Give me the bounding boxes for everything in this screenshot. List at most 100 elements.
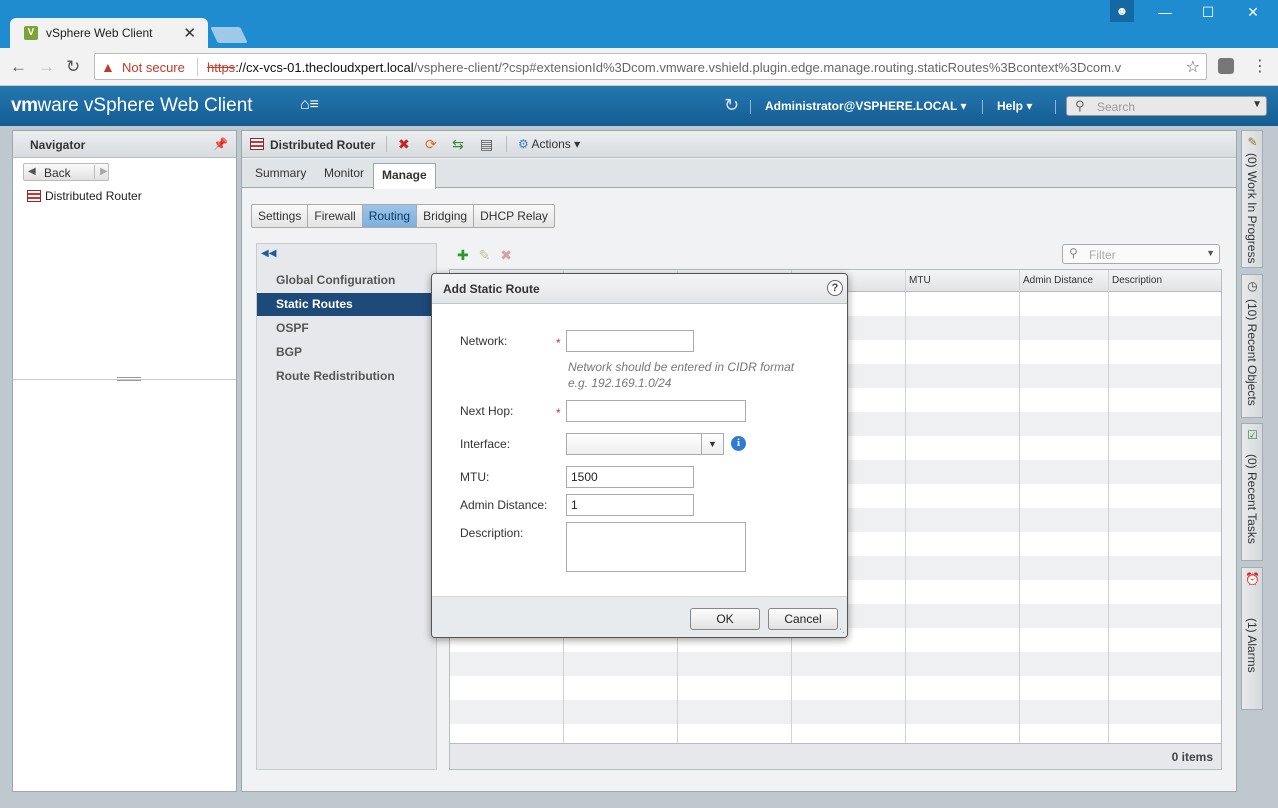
tab-manage[interactable]: Manage [373,163,436,189]
network-hint: Network should be entered in CIDR format [568,360,795,374]
clipboard-icon[interactable]: ▤ [480,136,493,153]
add-static-route-dialog: Add Static Route ? Network: * Network sh… [431,273,848,638]
leftnav-global-configuration[interactable]: Global Configuration [257,269,436,292]
gear-icon: ⚙ [518,137,529,151]
next-hop-input[interactable] [566,400,746,422]
chevron-down-icon[interactable]: ▼ [1252,99,1262,110]
subtab-settings[interactable]: Settings [251,204,309,228]
back-arrow-icon[interactable]: ← [10,57,27,77]
back-label: Back [44,166,71,180]
chevron-down-icon[interactable]: ▼ [1206,248,1215,258]
grid-footer: 0 items [449,744,1222,770]
profile-icon[interactable]: ☻ [1110,0,1134,22]
back-button[interactable]: ◀ Back ▶ [23,163,109,181]
column-divider [905,270,906,743]
column-admin-distance[interactable]: Admin Distance [1023,275,1093,286]
object-title: Distributed Router [270,138,376,152]
tab-summary[interactable]: Summary [255,166,306,180]
edit-icon[interactable]: ✎ [479,247,491,263]
subtab-routing[interactable]: Routing [362,204,418,228]
admin-distance-label: Admin Distance: [460,498,548,512]
description-textarea[interactable] [566,522,746,572]
column-description[interactable]: Description [1112,275,1162,286]
filter-input[interactable]: ⚲ Filter ▼ [1062,244,1220,264]
browser-tab[interactable]: V vSphere Web Client ✕ [10,18,208,48]
filter-placeholder: Filter [1089,248,1116,262]
url-text[interactable]: https://cx-vcs-01.thecloudxpert.local/vs… [207,60,1175,75]
collapse-icon[interactable]: ◀◀ [261,248,276,259]
subtab-bridging[interactable]: Bridging [417,204,475,228]
navigator-panel: Navigator 📌 ◀ Back ▶ Distributed Router [12,130,237,792]
refresh-icon[interactable]: ↻ [724,95,739,116]
routing-leftnav: ◀◀ Global Configuration Static Routes OS… [256,243,437,770]
window-close-icon[interactable]: ✕ [1238,4,1268,21]
help-menu[interactable]: Help ▾ [997,99,1032,113]
splitter-grip[interactable] [117,377,141,381]
user-menu[interactable]: Administrator@VSPHERE.LOCAL ▾ [765,99,967,113]
address-bar[interactable]: ▲ Not secure https://cx-vcs-01.thecloudx… [94,53,1207,80]
recent-tasks-panel[interactable]: ☑ (0) Recent Tasks [1241,423,1263,561]
toolbar-divider [506,136,507,152]
cancel-button[interactable]: Cancel [768,608,838,630]
network-input[interactable] [566,330,694,352]
column-mtu[interactable]: MTU [909,275,931,286]
required-mark: * [556,406,561,420]
resize-grip-icon[interactable]: ⋱ [836,624,845,635]
tab-monitor[interactable]: Monitor [324,166,364,180]
maximize-icon[interactable]: ☐ [1193,4,1223,21]
toolbar-divider [386,136,387,152]
recent-objects-panel[interactable]: ◷ (10) Recent Objects [1241,274,1263,418]
sync-icon[interactable]: ⟳ [425,136,437,153]
interface-label: Interface: [460,437,511,451]
network-hint-example: e.g. 192.169.1.0/24 [568,376,672,390]
migrate-icon[interactable]: ⇆ [452,136,464,153]
mtu-input[interactable] [566,466,694,488]
pin-icon[interactable]: 📌 [213,137,228,151]
ok-button[interactable]: OK [690,608,760,630]
table-row [450,700,1221,724]
work-in-progress-panel[interactable]: ✎ (0) Work In Progress [1241,130,1263,268]
description-label: Description: [460,526,524,540]
help-icon[interactable]: ? [827,280,843,296]
tab-close-icon[interactable]: ✕ [183,24,196,42]
url-host: ://cx-vcs-01.thecloudxpert.local [235,60,414,75]
forward-arrow-icon[interactable]: → [38,57,55,77]
table-row [450,652,1221,676]
search-icon: ⚲ [1075,98,1085,113]
delete-icon[interactable]: ✖ [398,136,410,153]
router-icon [27,190,41,202]
browser-menu-icon[interactable]: ⋮ [1252,56,1268,76]
global-search-input[interactable]: ⚲ Search ▼ [1066,96,1267,116]
search-placeholder: Search [1097,100,1136,114]
not-secure-label[interactable]: Not secure [122,60,185,75]
url-path: /vsphere-client/?csp#extensionId%3Dcom.v… [413,60,1122,75]
minimize-icon[interactable]: — [1150,4,1180,20]
vsphere-header: vmware vSphere Web Client ⌂≡ ↻ Administr… [0,86,1278,126]
column-divider [1108,270,1109,743]
work-in-progress-label: (0) Work In Progress [1245,153,1259,264]
alarms-panel[interactable]: ⏰ (1) Alarms [1241,567,1263,710]
chevron-down-icon[interactable]: ▼ [701,434,723,454]
home-icon[interactable]: ⌂≡ [300,96,319,114]
right-sidebar: ✎ (0) Work In Progress ◷ (10) Recent Obj… [1241,130,1264,710]
recent-objects-label: (10) Recent Objects [1245,299,1259,406]
navigator-item-distributed-router[interactable]: Distributed Router [27,189,142,203]
leftnav-route-redistribution[interactable]: Route Redistribution [257,365,436,388]
forward-arrow-icon[interactable]: ▶ [100,166,108,177]
admin-distance-input[interactable] [566,494,694,516]
add-icon[interactable]: ✚ [457,247,469,263]
info-icon[interactable]: i [731,436,746,451]
network-label: Network: [460,334,508,348]
subtab-firewall[interactable]: Firewall [308,204,363,228]
new-tab-button[interactable] [210,27,248,43]
subtab-dhcp-relay[interactable]: DHCP Relay [474,204,555,228]
bookmark-star-icon[interactable]: ☆ [1186,57,1200,77]
reload-icon[interactable]: ↻ [66,57,80,77]
leftnav-static-routes[interactable]: Static Routes [257,293,436,316]
leftnav-ospf[interactable]: OSPF [257,317,436,340]
interface-select[interactable]: ▼ [566,433,724,455]
extension-icon[interactable] [1218,58,1234,74]
delete-icon[interactable]: ✖ [500,247,512,263]
actions-menu[interactable]: ⚙ Actions ▾ [518,137,580,151]
leftnav-bgp[interactable]: BGP [257,341,436,364]
